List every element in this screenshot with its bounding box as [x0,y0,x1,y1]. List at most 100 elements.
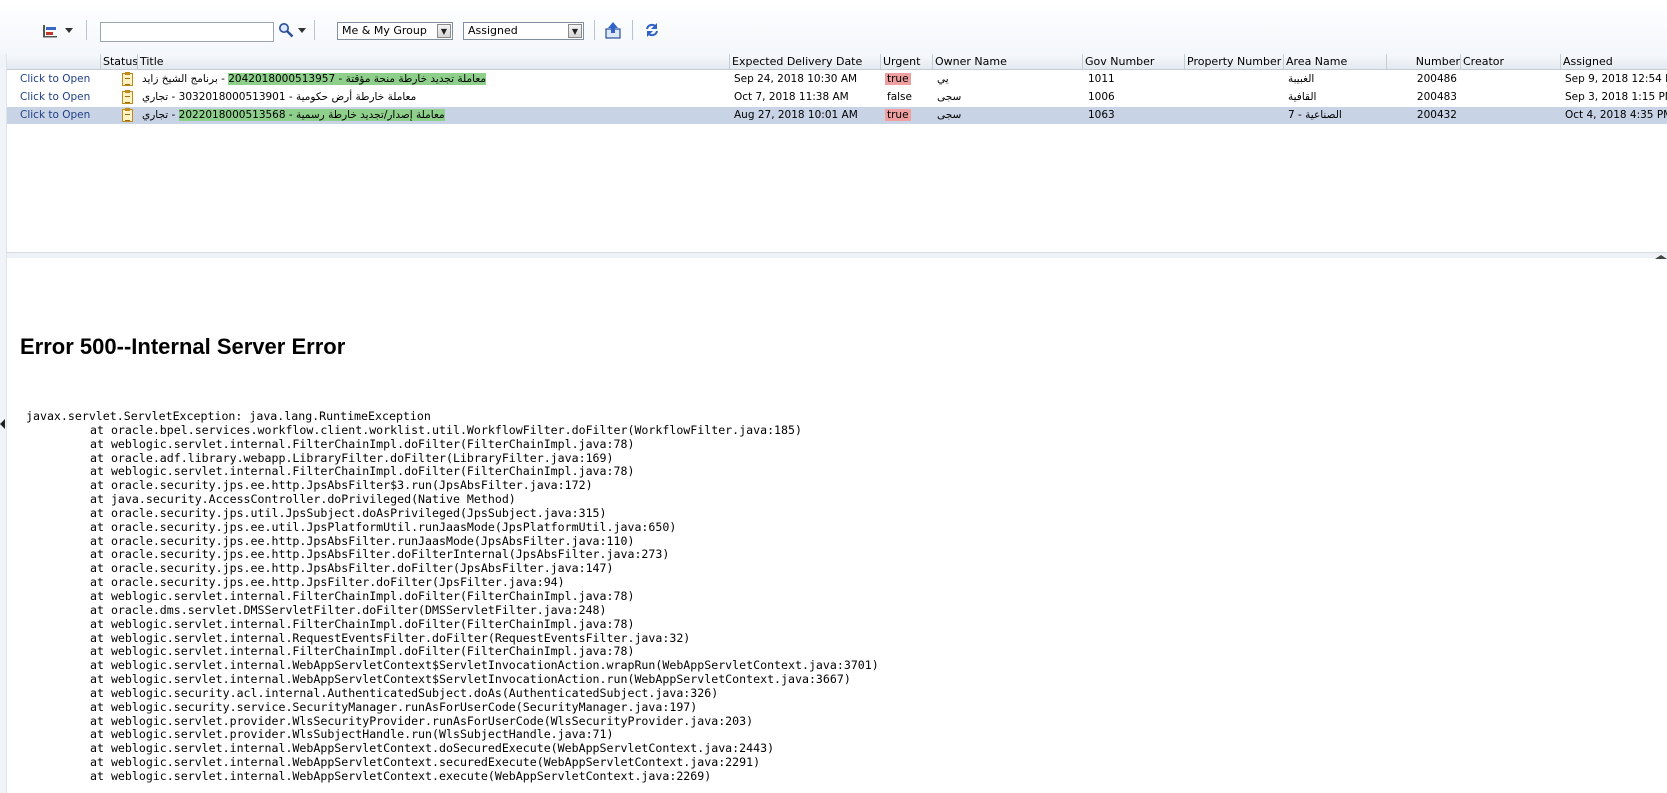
click-to-open-link[interactable]: Click to Open [20,71,100,88]
collapse-left-panel-icon[interactable] [0,419,5,429]
stack-frame: at oracle.bpel.services.workflow.client.… [90,422,802,437]
stack-frame: at weblogic.servlet.internal.FilterChain… [90,588,635,603]
task-title-highlight: معاملة تجديد خارطة منحة مؤقتة - 20420180… [228,73,487,85]
area-name: الصناعية - 7 [1288,109,1342,121]
stack-frame: at oracle.security.jps.ee.http.JpsAbsFil… [90,547,670,562]
assignee-filter-select[interactable]: Me & My Group ▼ [337,22,453,40]
owner-name: سجى [937,91,962,103]
search-input[interactable] [100,22,274,42]
stack-frame: at weblogic.servlet.internal.RequestEven… [90,630,691,645]
urgent-flag: true [885,73,911,85]
stack-frame: at weblogic.servlet.internal.FilterChain… [90,464,635,479]
search-options-dropdown-icon[interactable] [298,28,306,34]
chevron-down-icon[interactable]: ▼ [437,24,451,38]
creator [1463,71,1558,88]
upload-export-icon[interactable] [604,21,622,39]
column-header-gov-number[interactable]: Gov Number [1082,54,1185,69]
stack-frame: at weblogic.security.acl.internal.Authen… [90,685,719,700]
view-options-icon[interactable] [42,24,58,38]
assignee-filter-value: Me & My Group [342,24,427,37]
task-table-header: Status Title Expected Delivery Date Urge… [7,54,1667,70]
stack-frame: at weblogic.servlet.internal.FilterChain… [90,436,635,451]
chevron-down-icon[interactable]: ▼ [568,24,582,38]
column-header-owner-name[interactable]: Owner Name [932,54,1085,69]
creator [1463,89,1558,106]
stack-frame: at java.security.AccessController.doPriv… [90,492,516,507]
task-status-icon [122,90,133,104]
column-header-expected-delivery-date[interactable]: Expected Delivery Date [729,54,885,69]
stack-frame: at oracle.security.jps.ee.http.JpsAbsFil… [90,561,614,576]
left-panel-edge [0,0,7,793]
stack-frame: at weblogic.servlet.provider.WlsSecurity… [90,713,754,728]
urgent-flag: false [887,91,912,103]
status-filter-select[interactable]: Assigned ▼ [463,22,584,40]
assigned-date: Oct 4, 2018 4:35 PM [1565,109,1667,121]
toolbar-separator [86,20,87,40]
urgent-value: true [885,71,929,88]
view-options-dropdown-icon[interactable] [65,28,73,34]
stack-frame: at weblogic.servlet.internal.WebAppServl… [90,658,879,673]
area-name: الغبيبة [1288,73,1315,85]
stack-frame: at oracle.adf.library.webapp.LibraryFilt… [90,450,614,465]
task-title[interactable]: معاملة تجديد خارطة منحة مؤقتة - 20420180… [142,71,687,88]
expected-delivery-date: Oct 7, 2018 11:38 AM [734,91,849,103]
click-to-open-link[interactable]: Click to Open [20,107,100,124]
column-header-status[interactable]: Status [100,54,137,69]
toolbar-separator [632,20,633,40]
task-status-icon [122,72,133,86]
column-header-property-number[interactable]: Property Number [1184,54,1284,69]
owner-name: سجى [937,109,962,121]
expected-delivery-date: Sep 24, 2018 10:30 AM [734,73,858,85]
urgent-flag: true [885,109,911,121]
task-title-rest: - برنامج الشيخ زايد [142,73,229,85]
table-row[interactable]: Click to Open معاملة خارطة أرض حكومية - … [7,89,1667,106]
task-status-icon [122,108,133,122]
stack-frame: at oracle.security.jps.ee.util.JpsPlatfo… [90,519,677,534]
column-header-number[interactable]: Number [1386,54,1463,69]
stack-frame: at weblogic.servlet.internal.WebAppServl… [90,741,775,756]
stack-frame: at weblogic.servlet.internal.WebAppServl… [90,768,712,783]
task-title-rest: معاملة خارطة أرض حكومية - 30320180005139… [142,91,417,103]
expected-delivery-date: Aug 27, 2018 10:01 AM [734,109,858,121]
assigned-date: Sep 3, 2018 1:15 PM [1565,91,1667,103]
stack-frame: at weblogic.servlet.internal.FilterChain… [90,616,635,631]
table-row-selected[interactable]: Click to Open معاملة إصدار/تجديد خارطة ر… [7,107,1667,124]
stack-frame: at weblogic.servlet.provider.WlsSubjectH… [90,727,614,742]
stack-frame: at weblogic.servlet.internal.FilterChain… [90,644,635,659]
task-title[interactable]: معاملة إصدار/تجديد خارطة رسمية - 2022018… [142,107,687,124]
click-to-open-link[interactable]: Click to Open [20,89,100,106]
exception-line: javax.servlet.ServletException: java.lan… [26,409,431,423]
column-header-select[interactable] [7,54,100,69]
column-header-creator[interactable]: Creator [1460,54,1561,69]
owner-name: يي [937,73,949,85]
column-header-area-name[interactable]: Area Name [1283,54,1386,69]
column-header-urgent[interactable]: Urgent [880,54,931,69]
expand-pane-icon[interactable] [1655,255,1667,259]
stack-frame: at oracle.security.jps.ee.http.JpsFilter… [90,575,565,590]
column-header-assigned[interactable]: Assigned [1560,54,1667,69]
gov-number: 1006 [1088,91,1115,103]
gov-number: 1063 [1088,109,1115,121]
stack-frame: at oracle.security.jps.ee.http.JpsAbsFil… [90,478,593,493]
pane-splitter[interactable] [7,252,1667,258]
table-row[interactable]: Click to Open معاملة تجديد خارطة منحة مؤ… [7,71,1667,88]
search-icon[interactable] [278,22,294,38]
task-title[interactable]: معاملة خارطة أرض حكومية - 30320180005139… [142,89,687,106]
creator [1463,107,1558,124]
assigned-date: Sep 9, 2018 12:54 PM [1565,73,1667,85]
toolbar-separator [594,20,595,40]
task-number: 200483 [1416,91,1457,103]
error-title: Error 500--Internal Server Error [20,334,346,359]
task-title-highlight: معاملة إصدار/تجديد خارطة رسمية - 2022018… [178,109,445,121]
stack-frame: at weblogic.security.service.SecurityMan… [90,699,698,714]
stack-frame: at oracle.security.jps.util.JpsSubject.d… [90,505,607,520]
stack-trace: javax.servlet.ServletException: java.lan… [26,409,879,784]
column-header-title[interactable]: Title [137,54,690,69]
worklist-toolbar: Me & My Group ▼ Assigned ▼ [0,0,1667,54]
status-filter-value: Assigned [468,24,518,37]
task-number: 200432 [1416,109,1457,121]
stack-frame: at weblogic.servlet.internal.WebAppServl… [90,755,761,770]
stack-frame: at weblogic.servlet.internal.WebAppServl… [90,672,851,687]
gov-number: 1011 [1088,73,1115,85]
refresh-icon[interactable] [643,21,661,39]
